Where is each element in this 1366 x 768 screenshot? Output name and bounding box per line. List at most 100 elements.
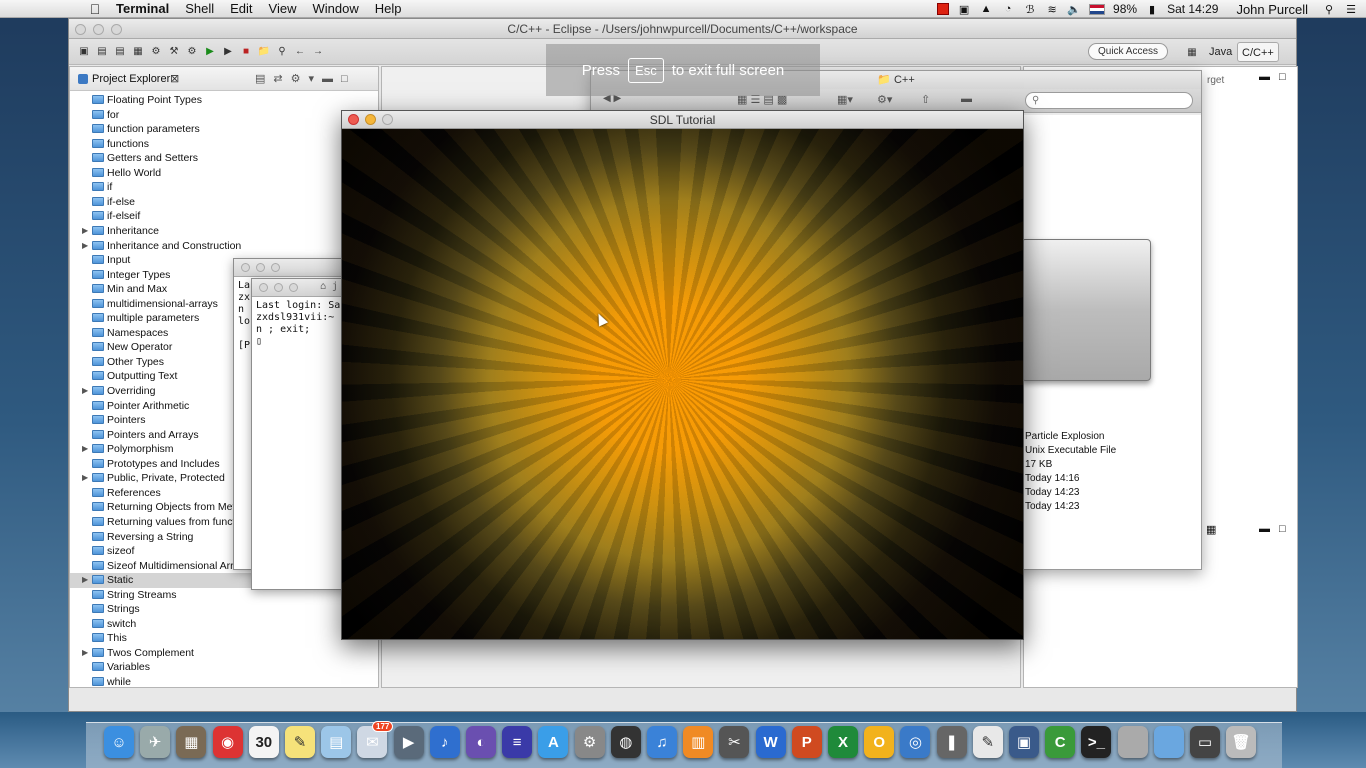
close-window-icon[interactable] xyxy=(259,283,268,292)
powerpoint-icon[interactable]: P xyxy=(791,726,822,758)
expand-arrow-icon[interactable]: ▶ xyxy=(82,646,88,661)
documents-folder-icon[interactable] xyxy=(1153,726,1184,758)
open-perspective-icon[interactable]: ▦ xyxy=(1185,45,1199,59)
right-view-tab-label[interactable]: rget xyxy=(1207,75,1224,86)
close-window-icon[interactable] xyxy=(348,114,359,125)
menu-view[interactable]: View xyxy=(261,1,305,16)
battery-percentage[interactable]: 98% xyxy=(1113,2,1137,16)
network-icon[interactable]: ◎ xyxy=(900,726,931,758)
tree-item[interactable]: This xyxy=(70,631,370,646)
close-icon[interactable]: ⊠ xyxy=(170,67,179,91)
share-icon[interactable]: ⇧ xyxy=(921,93,930,106)
eclipse-alt-icon[interactable]: ≡ xyxy=(502,726,533,758)
expand-arrow-icon[interactable]: ▶ xyxy=(82,442,88,457)
clapper-icon[interactable]: ▣ xyxy=(957,3,971,16)
sdl-titlebar[interactable]: SDL Tutorial xyxy=(342,111,1023,129)
expand-arrow-icon[interactable]: ▶ xyxy=(82,224,88,239)
view-menu-icon[interactable]: ▦ xyxy=(1206,523,1216,536)
collapse-all-icon[interactable]: ▤ xyxy=(255,67,265,91)
minimize-window-icon[interactable] xyxy=(274,283,283,292)
settings-icon[interactable]: ⚙ xyxy=(149,45,163,59)
clock[interactable]: Sat 14:29 xyxy=(1167,2,1218,16)
maximize-lower-view-icon[interactable]: □ xyxy=(1279,523,1286,535)
outlook-icon[interactable]: O xyxy=(864,726,895,758)
time-machine-icon[interactable]: ◔ xyxy=(1001,3,1015,15)
drive-icon[interactable]: ▲ xyxy=(979,3,993,15)
notification-center-icon[interactable]: ☰ xyxy=(1344,3,1358,16)
folder-icon[interactable] xyxy=(1117,726,1148,758)
debug-icon[interactable]: ⚙ xyxy=(185,45,199,59)
expand-arrow-icon[interactable]: ▶ xyxy=(82,384,88,399)
tree-item[interactable]: ▶ Twos Complement xyxy=(70,646,370,661)
tree-item[interactable]: ▶ Inheritance xyxy=(70,224,370,239)
zoom-window-icon[interactable] xyxy=(111,24,122,35)
tree-item[interactable]: functions xyxy=(70,137,370,152)
terminal-icon[interactable]: >_ xyxy=(1081,726,1112,758)
cpp-icon[interactable]: C xyxy=(1045,726,1076,758)
menu-window[interactable]: Window xyxy=(305,1,367,16)
tree-item[interactable]: function parameters xyxy=(70,122,370,137)
spotlight-icon[interactable]: ⚲ xyxy=(1322,3,1336,16)
display-icon[interactable]: ▭ xyxy=(1190,726,1220,758)
app-store-icon[interactable]: A xyxy=(538,726,569,758)
eclipse-icon[interactable]: ◐ xyxy=(466,726,496,758)
itunes-icon[interactable]: ♪ xyxy=(429,726,460,758)
tree-item[interactable]: for xyxy=(70,108,370,123)
forward-icon[interactable]: → xyxy=(311,45,325,59)
recording-icon[interactable] xyxy=(937,3,950,15)
tree-item[interactable]: ▶ Inheritance and Construction xyxy=(70,239,370,254)
open-folder-icon[interactable]: 📁 xyxy=(257,45,271,59)
photo-booth-icon[interactable]: ◍ xyxy=(610,726,641,758)
word-icon[interactable]: W xyxy=(755,726,786,758)
menu-help[interactable]: Help xyxy=(367,1,410,16)
maximize-view-icon[interactable]: □ xyxy=(1279,71,1286,83)
particle-explosion-canvas[interactable] xyxy=(342,129,1023,639)
wifi-icon[interactable]: ≋ xyxy=(1045,3,1059,16)
run-icon[interactable]: ▶ xyxy=(203,45,217,59)
zoom-window-icon[interactable] xyxy=(271,263,280,272)
mic-icon[interactable]: ❚ xyxy=(936,726,967,758)
apple-icon[interactable]:  xyxy=(82,1,108,17)
tab-project-explorer[interactable]: Project Explorer ⊠ ▤ ⇄ ⚙ ▾ ▬ □ xyxy=(70,67,378,91)
external-tools-icon[interactable]: ■ xyxy=(239,45,253,59)
music-icon[interactable]: ♫ xyxy=(647,726,677,758)
bluetooth-icon[interactable]: ℬ xyxy=(1023,3,1037,16)
mail-icon[interactable]: ✉ 177 xyxy=(357,721,394,758)
tree-item[interactable]: Getters and Setters xyxy=(70,151,370,166)
run-config-icon[interactable]: ▶ xyxy=(221,45,235,59)
trash-icon[interactable]: 🗑 xyxy=(1226,726,1257,758)
ibooks-icon[interactable]: ▥ xyxy=(683,726,714,758)
tree-item[interactable]: if-else xyxy=(70,195,370,210)
filter-icon[interactable]: ⚙ xyxy=(291,67,301,91)
minimize-window-icon[interactable] xyxy=(256,263,265,272)
launchpad-icon[interactable]: ✈ xyxy=(140,726,171,758)
search-tool-icon[interactable]: ⚲ xyxy=(275,45,289,59)
video-icon[interactable]: ▣ xyxy=(1009,726,1039,758)
tree-item[interactable]: Variables xyxy=(70,660,370,675)
new-icon[interactable]: ▣ xyxy=(77,45,91,59)
maximize-icon[interactable]: □ xyxy=(341,67,348,91)
finder-search-field[interactable]: ⚲ xyxy=(1025,92,1193,109)
finder-icon[interactable]: ☺ xyxy=(104,726,134,758)
textedit-icon[interactable]: ✎ xyxy=(972,726,1003,758)
quick-access-field[interactable]: Quick Access xyxy=(1088,43,1168,60)
tree-item[interactable]: while xyxy=(70,675,370,687)
menu-shell[interactable]: Shell xyxy=(177,1,222,16)
perspective-cpp[interactable]: C/C++ xyxy=(1237,42,1279,62)
excel-icon[interactable]: X xyxy=(828,726,858,758)
tools-icon[interactable]: ✂ xyxy=(719,726,750,758)
save-all-icon[interactable]: ▤ xyxy=(113,45,127,59)
file-preview-icon[interactable] xyxy=(1021,239,1151,381)
link-editor-icon[interactable]: ⇄ xyxy=(273,67,282,91)
tree-item[interactable]: Strings xyxy=(70,602,370,617)
minimize-window-icon[interactable] xyxy=(365,114,376,125)
zoom-window-icon[interactable] xyxy=(289,283,298,292)
minimize-window-icon[interactable] xyxy=(93,24,104,35)
tree-item[interactable]: Floating Point Types xyxy=(70,93,370,108)
perspective-java[interactable]: Java xyxy=(1205,42,1236,62)
tree-item[interactable]: Hello World xyxy=(70,166,370,181)
tree-item[interactable]: if-elseif xyxy=(70,209,370,224)
tree-item[interactable]: switch xyxy=(70,617,370,632)
print-icon[interactable]: ▦ xyxy=(131,45,145,59)
minimize-icon[interactable]: ▬ xyxy=(322,67,333,91)
